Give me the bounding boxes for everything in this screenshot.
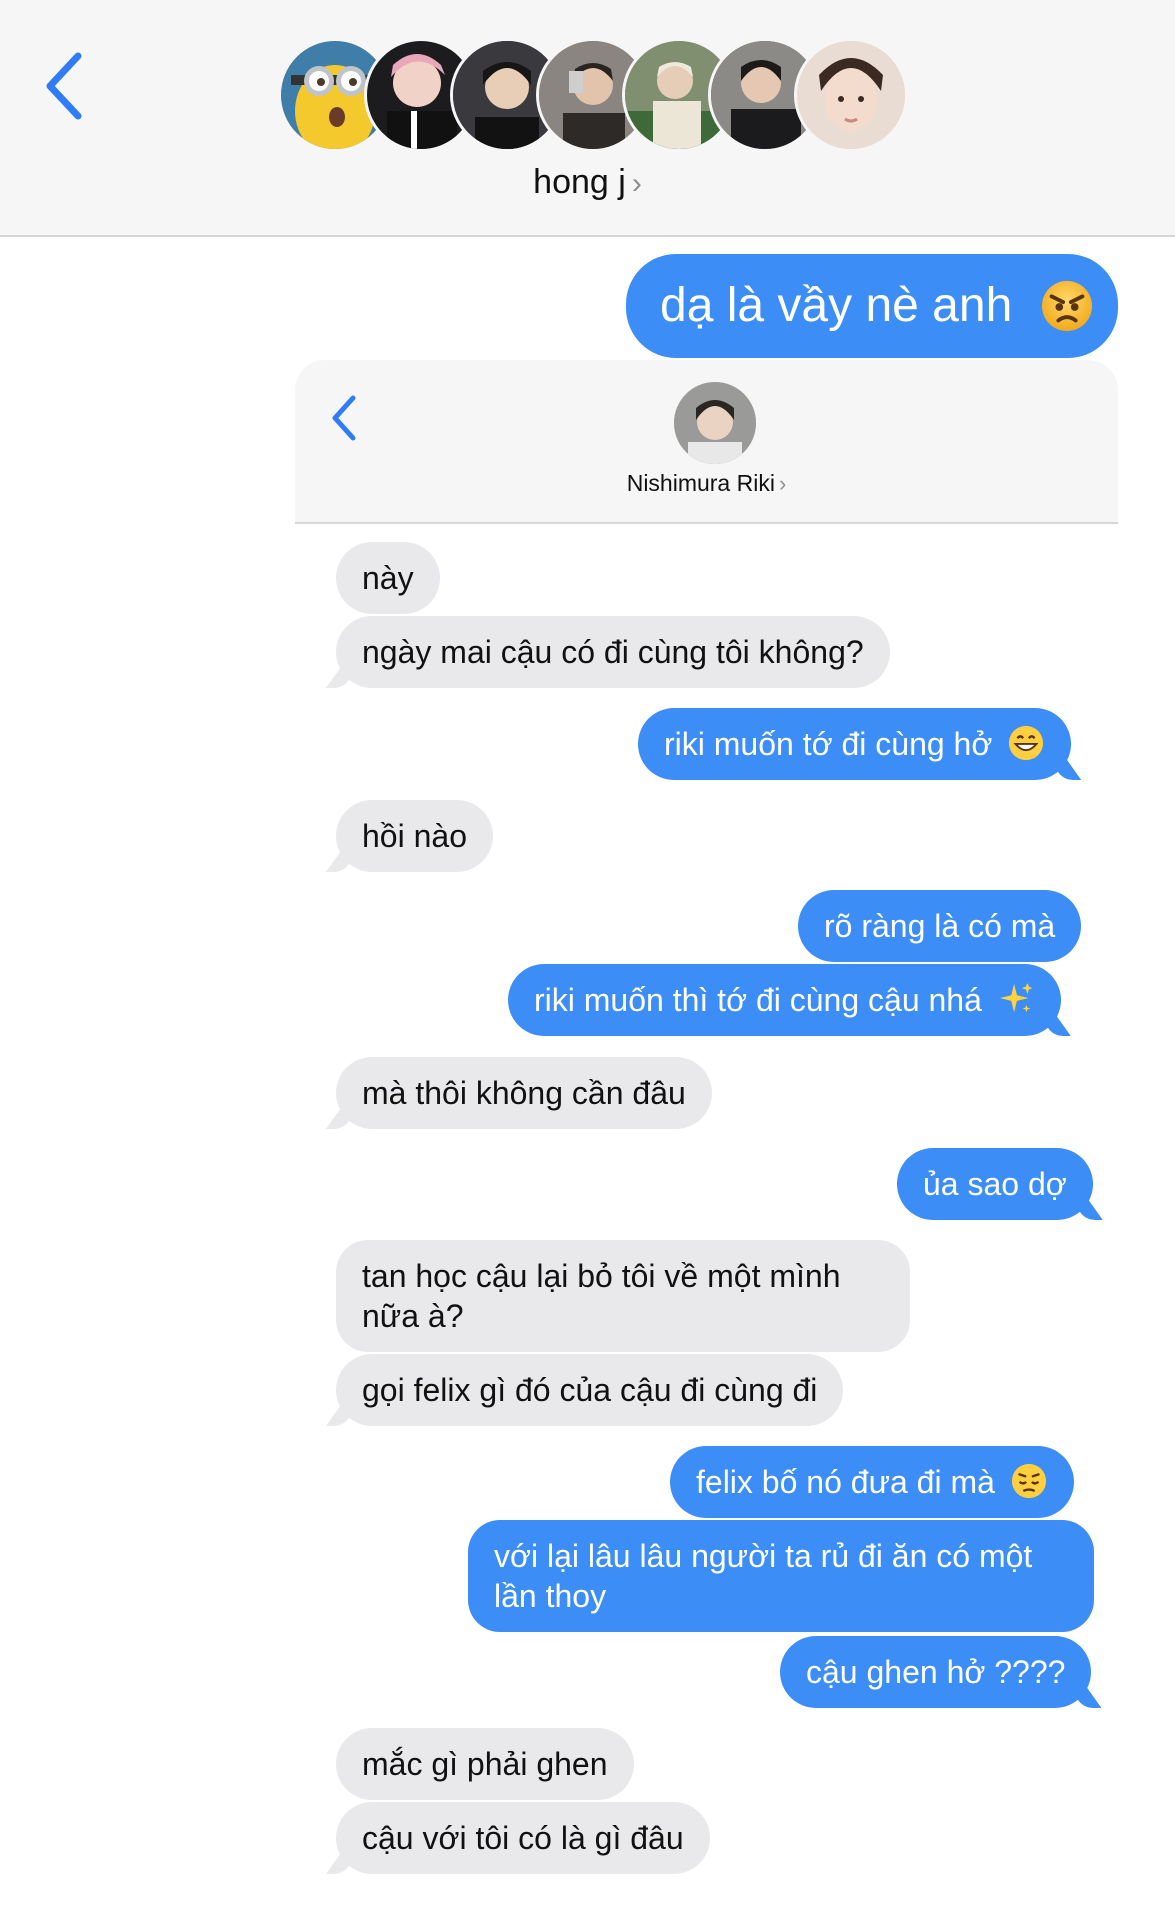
message-text-line-2: lần thoy: [494, 1578, 607, 1614]
contact-name-label: Nishimura Riki: [626, 470, 775, 496]
group-name-label: hong j: [533, 163, 626, 201]
message-text: này: [362, 560, 414, 596]
conversation-header: hong j ›: [0, 0, 1175, 237]
message-text: ngày mai cậu có đi cùng tôi không?: [362, 634, 864, 670]
message-text: felix bố nó đưa đi mà: [696, 1464, 995, 1500]
pensive-face-emoji: [1011, 1463, 1046, 1499]
message-text: riki muốn tớ đi cùng hở: [664, 726, 993, 762]
message-bubble-received[interactable]: mà thôi không cần đâu: [336, 1057, 712, 1129]
message-bubble-sent[interactable]: ủa sao dợ: [897, 1148, 1093, 1220]
member-avatar-7: [794, 38, 908, 152]
message-bubble-received[interactable]: ngày mai cậu có đi cùng tôi không?: [336, 616, 890, 688]
message-bubble-sent[interactable]: rõ ràng là có mà: [798, 890, 1082, 962]
message-bubble-received[interactable]: này: [336, 542, 440, 614]
back-chevron-icon: [332, 395, 356, 441]
embedded-conversation-header: Nishimura Riki ›: [295, 360, 1118, 524]
back-chevron-icon[interactable]: [44, 50, 84, 122]
group-name[interactable]: hong j ›: [0, 163, 1175, 202]
message-bubble-sent[interactable]: riki muốn tớ đi cùng hở: [638, 708, 1072, 780]
message-text: cậu ghen hở ????: [806, 1654, 1066, 1690]
message-bubble-sent[interactable]: cậu ghen hở ????: [780, 1636, 1092, 1708]
message-text: riki muốn thì tớ đi cùng cậu nhá: [534, 982, 982, 1018]
message-bubble-sent[interactable]: riki muốn thì tớ đi cùng cậu nhá: [508, 964, 1061, 1036]
message-text-line-1: với lại lâu lâu người ta rủ đi ăn có một: [494, 1538, 1033, 1574]
contact-avatar: [674, 382, 756, 464]
angry-face-emoji: [1041, 280, 1092, 332]
message-text: dạ là vầy nè anh: [660, 279, 1013, 332]
message-bubble-sent[interactable]: felix bố nó đưa đi mà: [670, 1446, 1074, 1518]
chevron-right-icon: ›: [778, 471, 787, 496]
sparkles-emoji: [999, 981, 1033, 1013]
message-text: ủa sao dợ: [923, 1166, 1067, 1202]
message-text: rõ ràng là có mà: [824, 908, 1056, 944]
group-avatars[interactable]: [278, 38, 908, 156]
message-text: gọi felix gì đó của cậu đi cùng đi: [362, 1372, 818, 1408]
chevron-right-icon: ›: [631, 167, 642, 200]
message-text-line-1: tan học cậu lại bỏ tôi về một mình: [362, 1258, 841, 1294]
message-bubble-sent[interactable]: dạ là vầy nè anh: [626, 254, 1118, 358]
message-text: cậu với tôi có là gì đâu: [362, 1820, 684, 1856]
message-bubble-received[interactable]: cậu với tôi có là gì đâu: [336, 1802, 710, 1874]
message-bubble-received[interactable]: mắc gì phải ghen: [336, 1728, 634, 1800]
message-text-line-2: nữa à?: [362, 1298, 464, 1334]
message-bubble-received[interactable]: tan học cậu lại bỏ tôi về một mình nữa à…: [336, 1240, 910, 1352]
message-bubble-received[interactable]: hồi nào: [336, 800, 493, 872]
message-text: hồi nào: [362, 818, 467, 854]
message-text: mà thôi không cần đâu: [362, 1075, 686, 1111]
grinning-face-emoji: [1009, 725, 1044, 761]
contact-name: Nishimura Riki ›: [295, 470, 1118, 497]
message-bubble-received[interactable]: gọi felix gì đó của cậu đi cùng đi: [336, 1354, 844, 1426]
message-bubble-sent[interactable]: với lại lâu lâu người ta rủ đi ăn có một…: [468, 1520, 1094, 1632]
message-text: mắc gì phải ghen: [362, 1746, 608, 1782]
